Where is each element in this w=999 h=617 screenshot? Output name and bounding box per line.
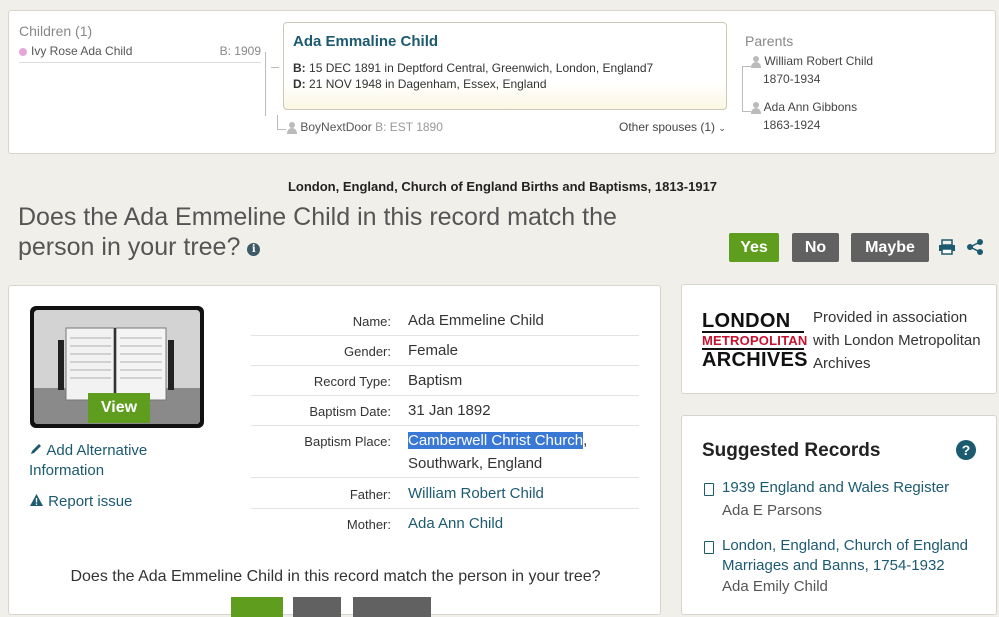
mother-link[interactable]: Ada Ann Child: [408, 512, 503, 535]
fact-row-father: Father: William Robert Child: [251, 482, 639, 509]
tree-connector: [277, 115, 286, 130]
person-silhouette-icon: [287, 121, 297, 134]
view-button[interactable]: View: [88, 393, 150, 423]
fact-row-mother: Mother: Ada Ann Child: [251, 512, 639, 538]
other-spouses-dropdown[interactable]: Other spouses (1) ⌄: [619, 120, 726, 134]
info-icon[interactable]: i: [247, 243, 261, 256]
parents-heading: Parents: [745, 33, 794, 49]
focus-death: D: 21 NOV 1948 in Dagenham, Essex, Engla…: [293, 77, 547, 91]
suggested-record-person: Ada Emily Child: [722, 578, 828, 595]
child-name: Ivy Rose Ada Child: [31, 44, 133, 58]
female-dot-icon: [19, 47, 27, 56]
yes-button[interactable]: Yes: [729, 233, 779, 262]
suggested-record-link[interactable]: 1939 England and Wales Register: [722, 478, 982, 498]
document-icon: [704, 483, 714, 496]
bottom-match-question: Does the Ada Emmeline Child in this reco…: [70, 568, 601, 585]
pencil-icon: [31, 444, 41, 454]
match-question: Does the Ada Emmeline Child in this reco…: [18, 203, 617, 261]
print-icon[interactable]: [938, 239, 956, 255]
maybe-button-bottom[interactable]: [353, 597, 431, 617]
london-metropolitan-archives-logo: LONDON METROPOLITAN ARCHIVES: [702, 310, 808, 371]
children-heading: Children (1): [19, 23, 93, 39]
focus-person-name[interactable]: Ada Emmaline Child: [293, 33, 438, 50]
record-panel: View Add Alternative Information Report …: [8, 285, 661, 617]
spouse-item[interactable]: BoyNextDoor B: EST 1890: [287, 120, 443, 134]
selected-text: Camberwell Christ Church: [408, 432, 584, 449]
suggested-records-title: Suggested Records: [702, 440, 881, 461]
parent-item-father[interactable]: William Robert Child 1870-1934: [751, 52, 873, 88]
fact-row-baptism-date: Baptism Date: 31 Jan 1892: [251, 399, 639, 426]
child-item[interactable]: Ivy Rose Ada Child B: 1909: [19, 44, 261, 63]
fact-row-name: Name: Ada Emmeline Child: [251, 309, 639, 336]
child-birth: B: 1909: [219, 44, 261, 58]
suggested-records-panel: Suggested Records ? 1939 England and Wal…: [681, 415, 997, 615]
focus-person-card[interactable]: Ada Emmaline Child B: 15 DEC 1891 in Dep…: [283, 22, 727, 110]
focus-birth: B: 15 DEC 1891 in Deptford Central, Gree…: [293, 61, 654, 75]
provided-text: Provided in association with London Metr…: [813, 309, 981, 372]
record-image-thumbnail[interactable]: View: [30, 306, 204, 428]
chevron-down-icon: ⌄: [718, 123, 726, 133]
fact-row-gender: Gender: Female: [251, 339, 639, 366]
document-icon: [704, 541, 714, 554]
share-icon[interactable]: [966, 239, 984, 255]
no-button-bottom[interactable]: [293, 597, 341, 617]
no-button[interactable]: No: [792, 233, 839, 262]
suggested-record-person: Ada E Parsons: [722, 502, 823, 519]
warning-icon: [30, 494, 43, 506]
family-panel: Children (1) Ivy Rose Ada Child B: 1909 …: [8, 10, 996, 154]
report-issue-link[interactable]: Report issue: [29, 492, 132, 512]
suggested-record-link[interactable]: London, England, Church of England Marri…: [722, 536, 982, 576]
person-silhouette-icon: [751, 101, 761, 114]
fact-row-baptism-place: Baptism Place: Camberwell Christ Church,…: [251, 429, 639, 478]
parent-item-mother[interactable]: Ada Ann Gibbons 1863-1924: [751, 98, 857, 134]
source-panel: LONDON METROPOLITAN ARCHIVES Provided in…: [681, 284, 997, 394]
spouse-name: BoyNextDoor: [300, 120, 372, 134]
help-icon[interactable]: ?: [956, 440, 976, 460]
person-silhouette-icon: [751, 55, 761, 68]
collection-title: London, England, Church of England Birth…: [287, 179, 718, 194]
yes-button-bottom[interactable]: [231, 597, 283, 617]
fact-row-record-type: Record Type: Baptism: [251, 369, 639, 396]
tree-connector: [742, 66, 751, 112]
add-alternative-info-link[interactable]: Add Alternative Information: [29, 441, 179, 481]
maybe-button[interactable]: Maybe: [851, 233, 929, 262]
tree-connector: [271, 67, 279, 90]
father-link[interactable]: William Robert Child: [408, 482, 544, 505]
